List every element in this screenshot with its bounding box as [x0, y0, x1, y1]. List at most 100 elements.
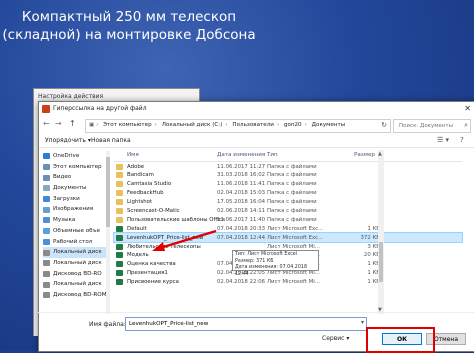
nav-item[interactable]: Этот компьютер: [43, 162, 106, 173]
nav-item-icon: [43, 270, 50, 277]
nav-item[interactable]: Музыка: [43, 215, 106, 226]
file-list-header: Имя Дата изменения Тип Размер: [114, 150, 462, 162]
filename-field[interactable]: ▾: [125, 317, 367, 331]
tooltip-date: Дата изменения: 07.04.2018 12:44: [235, 265, 308, 277]
help-icon[interactable]: ?: [460, 136, 464, 144]
view-options-icon[interactable]: ☰ ▾: [437, 136, 449, 144]
search-box[interactable]: ⌕: [393, 119, 471, 133]
nav-item[interactable]: Локальный диск: [43, 247, 106, 258]
file-row[interactable]: FeedbackHub 02.04.2018 15:03 Папка с файла…: [114, 189, 462, 198]
breadcrumb-users[interactable]: Пользователи: [232, 122, 274, 128]
breadcrumb-drive-c[interactable]: Локальный диск (C:): [162, 122, 223, 128]
file-name: Camtasia Studio: [127, 181, 172, 188]
file-date: 02.06.2018 14:11: [217, 207, 266, 214]
chevron-right-icon: ›: [276, 122, 280, 128]
organize-menu[interactable]: Упорядочить ▾: [45, 137, 91, 144]
breadcrumb-computer[interactable]: Этот компьютер: [103, 122, 152, 128]
nav-item-icon: [43, 249, 50, 256]
file-type: Лист Microsoft Exc...: [267, 234, 324, 241]
file-date: 11.06.2017 11:27: [217, 163, 266, 170]
nav-item[interactable]: Загрузки: [43, 194, 106, 205]
action-settings-title: Настройка действия: [38, 93, 104, 100]
file-type: Лист Microsoft Mi...: [267, 279, 320, 286]
nav-scroll-thumb[interactable]: [106, 157, 110, 227]
search-icon[interactable]: ⌕: [464, 121, 468, 130]
nav-item[interactable]: Рабочий стол: [43, 237, 106, 248]
folder-icon: ▣ ›: [89, 122, 99, 128]
filename-input[interactable]: [126, 318, 357, 329]
nav-item[interactable]: Дисковод BD-RO: [43, 269, 106, 280]
file-date: 11.06.2017 11:40: [217, 216, 266, 223]
file-row[interactable]: Пользовательские шаблоны Office 11.06.201…: [114, 215, 462, 224]
column-type[interactable]: Тип: [267, 152, 278, 158]
nav-item[interactable]: Локальный диск: [43, 258, 106, 269]
file-type: Папка с файлами: [267, 207, 317, 214]
file-size: 3 КБ: [367, 243, 380, 250]
file-type: Папка с файлами: [267, 181, 317, 188]
folder-icon: [116, 199, 123, 206]
nav-item-icon: [43, 185, 50, 192]
nav-item-label: Этот компьютер: [53, 163, 102, 170]
nav-item-icon: [43, 153, 50, 160]
nav-item[interactable]: Видео: [43, 172, 106, 183]
nav-item-label: Документы: [53, 185, 87, 192]
file-name: Default: [127, 225, 147, 232]
nav-item-icon: [43, 292, 50, 299]
folder-icon: [116, 190, 123, 197]
nav-item-label: OneDrive: [53, 153, 80, 159]
nav-item[interactable]: Изображения: [43, 204, 106, 215]
column-name[interactable]: Имя: [127, 152, 139, 158]
filename-label: Имя файла:: [89, 321, 126, 328]
file-row[interactable]: Screencast-O-Matic 02.06.2018 14:11 Папка …: [114, 206, 462, 215]
file-list-scrollbar[interactable]: ▲ ▼: [378, 150, 384, 314]
nav-item-label: Видео: [53, 174, 72, 181]
nav-item-icon: [43, 206, 50, 213]
nav-scrollbar[interactable]: [106, 151, 110, 314]
nav-item-label: Локальный диск: [53, 249, 102, 256]
folder-icon: [116, 163, 123, 170]
up-arrow-icon[interactable]: ↑: [69, 119, 76, 128]
nav-item[interactable]: Объемные объе: [43, 226, 106, 237]
scroll-up-icon[interactable]: ▲: [378, 151, 382, 157]
search-input[interactable]: [397, 120, 465, 132]
excel-file-icon: [116, 252, 123, 259]
file-row[interactable]: Присвоение курса 02.04.2018 22:06 Лист Mic…: [114, 278, 462, 287]
file-row[interactable]: Lightshot 17.05.2018 16:04 Папка с файлами: [114, 198, 462, 207]
file-row[interactable]: Bandicam 31.03.2018 16:02 Папка с файлами: [114, 171, 462, 180]
service-menu[interactable]: Сервис ▾: [322, 335, 349, 342]
folder-icon: [116, 216, 123, 223]
forward-arrow-icon[interactable]: →: [55, 119, 62, 128]
nav-item-icon: [43, 164, 50, 171]
close-icon[interactable]: ✕: [464, 104, 471, 113]
file-date: 07.04.2018 20:33: [217, 225, 266, 232]
file-scroll-thumb[interactable]: [379, 242, 383, 282]
file-size: 1 КБ: [367, 279, 380, 286]
file-row[interactable]: Adobe 11.06.2017 11:27 Папка с файлами: [114, 162, 462, 171]
breadcrumb-documents[interactable]: Документы: [312, 122, 345, 128]
chevron-down-icon[interactable]: ▾: [361, 319, 364, 326]
file-tooltip: Тип: Лист Microsoft Excel Размер: 371 КБ…: [232, 250, 319, 277]
nav-item[interactable]: Документы: [43, 183, 106, 194]
nav-item[interactable]: OneDrive: [43, 151, 106, 162]
new-folder-button[interactable]: Новая папка: [91, 137, 131, 144]
chevron-right-icon: ›: [154, 122, 157, 128]
address-bar[interactable]: ▣ › Этот компьютер › Локальный диск (C:) ›…: [85, 119, 391, 133]
powerpoint-icon: [42, 105, 50, 113]
toolbar: Упорядочить ▾ Новая папка ☰ ▾ ?: [39, 135, 474, 148]
column-date[interactable]: Дата изменения: [217, 152, 265, 158]
file-name: Модель: [127, 252, 149, 259]
nav-item[interactable]: Локальный диск: [43, 279, 106, 290]
file-name: Пользовательские шаблоны Office: [127, 216, 225, 223]
file-name: FeedbackHub: [127, 190, 164, 197]
column-size[interactable]: Размер: [354, 152, 375, 158]
file-type: Папка с файлами: [267, 216, 317, 223]
back-arrow-icon[interactable]: ←: [43, 119, 50, 128]
refresh-icon[interactable]: ↻: [381, 121, 387, 129]
file-size: 20 КБ: [363, 252, 380, 259]
file-size: 1 КБ: [367, 261, 380, 268]
file-date: 17.05.2018 16:04: [217, 199, 266, 206]
breadcrumb-user[interactable]: gon20: [284, 122, 302, 128]
nav-item[interactable]: Дисковод BD-ROM: [43, 290, 106, 301]
file-type: Папка с файлами: [267, 199, 317, 206]
file-row[interactable]: Camtasia Studio 11.06.2018 11:41 Папка с ф…: [114, 180, 462, 189]
